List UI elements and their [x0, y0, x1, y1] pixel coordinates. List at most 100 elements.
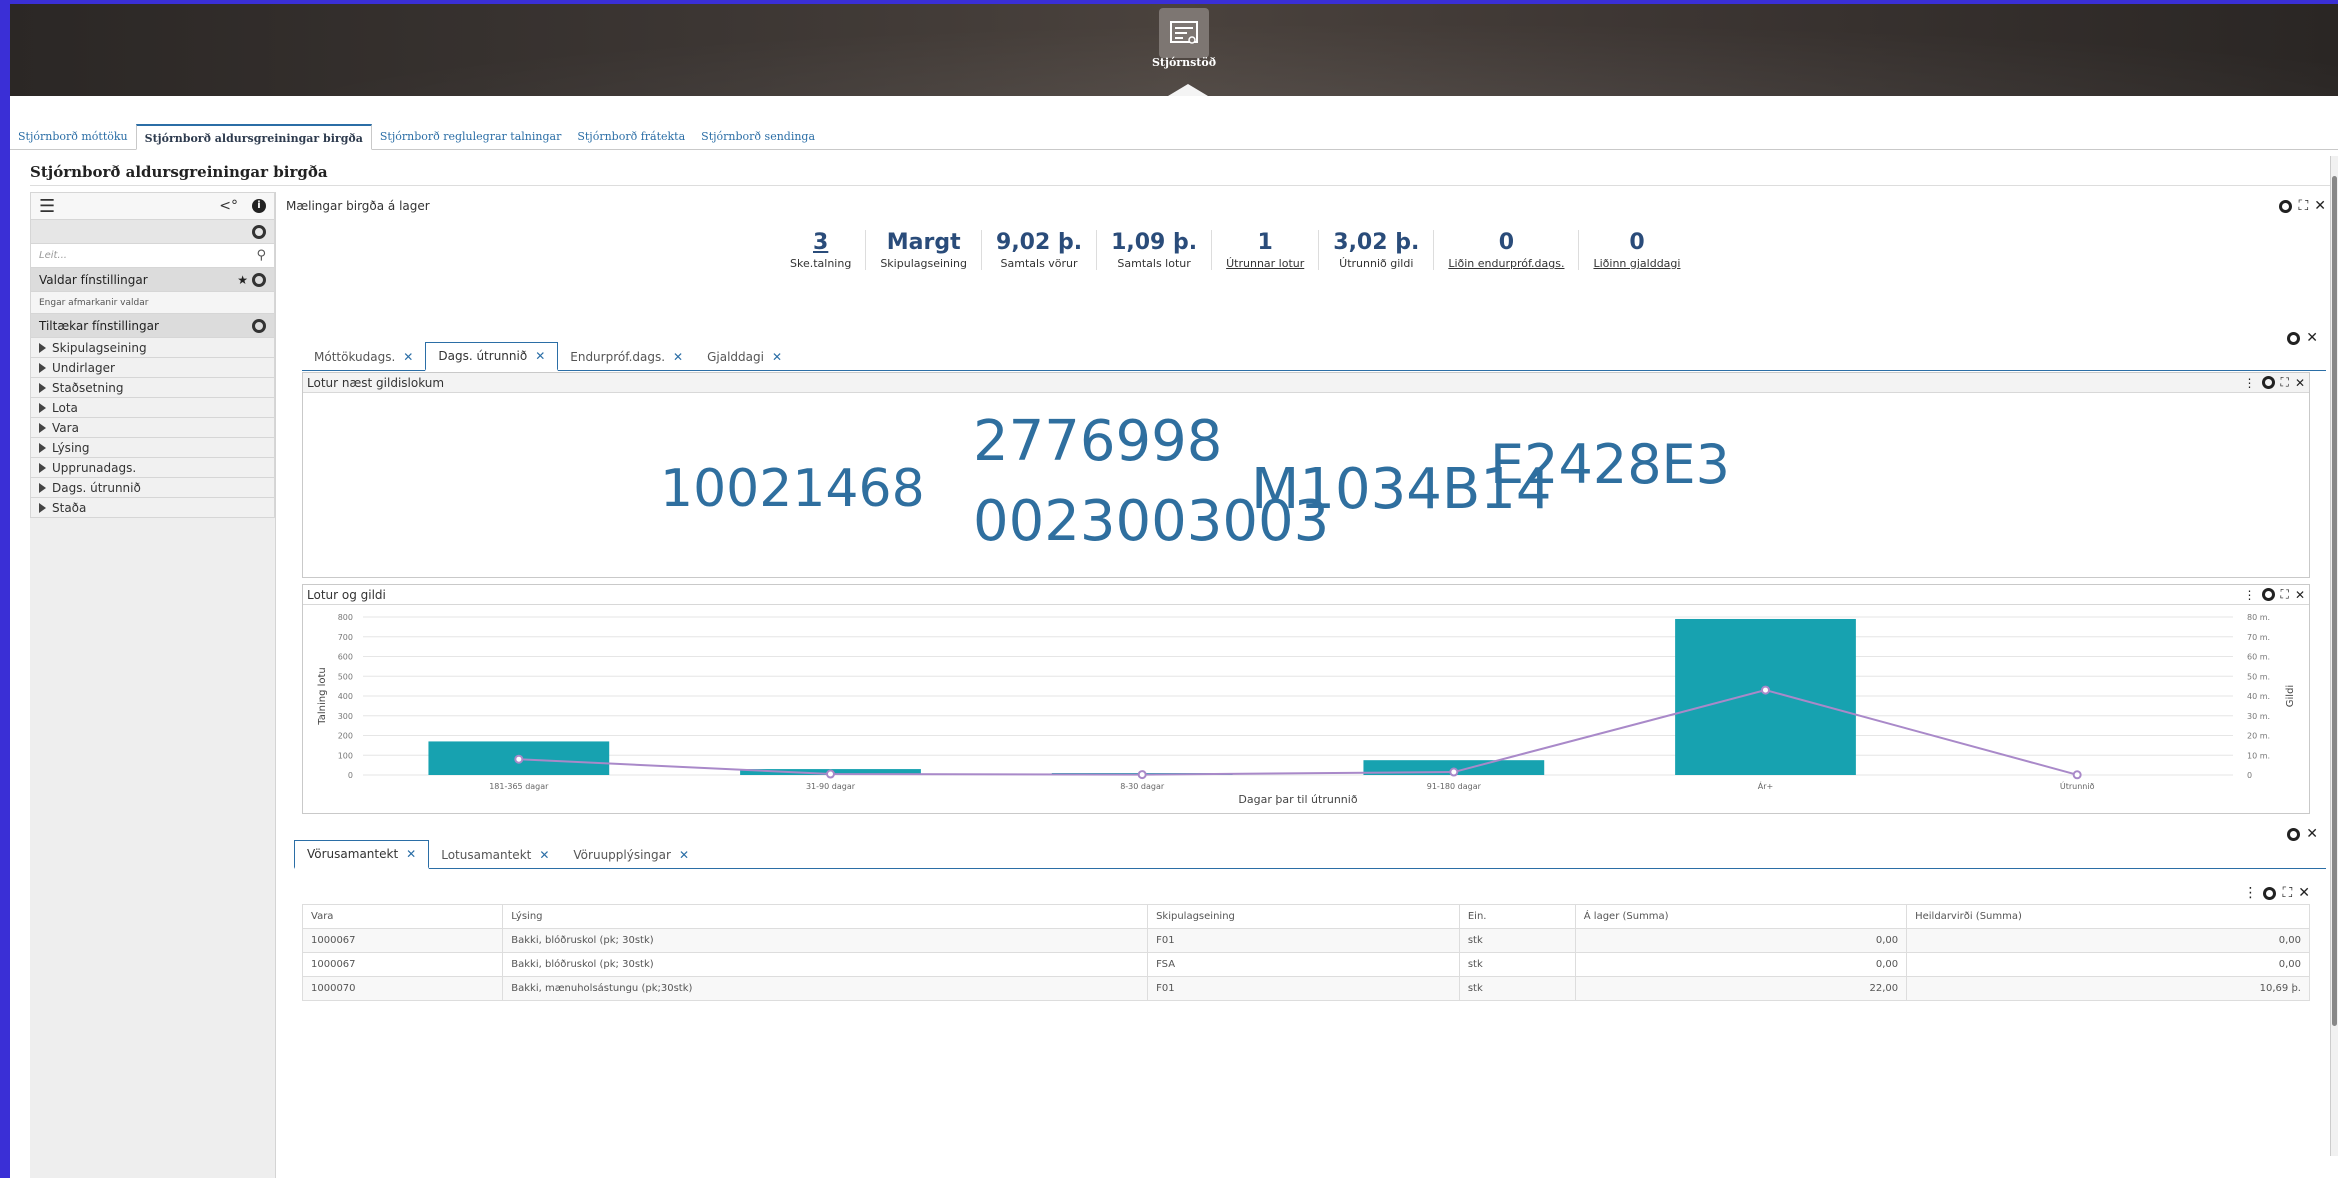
scrollbar[interactable]: [2330, 156, 2338, 1156]
filter-item[interactable]: Dags. útrunnið: [30, 478, 275, 498]
filter-item[interactable]: Upprunadags.: [30, 458, 275, 478]
more-icon[interactable]: ⋮: [2244, 376, 2256, 390]
close-tab-icon[interactable]: ✕: [403, 350, 413, 364]
kpi-tile[interactable]: 9,02 þ. Samtals vörur: [982, 230, 1098, 270]
expand-icon[interactable]: [39, 462, 46, 473]
table-cell: 0,00: [1574, 952, 1908, 977]
close-tab-icon[interactable]: ✕: [673, 350, 683, 364]
tab-dashboard[interactable]: Stjórnborð móttöku: [10, 124, 136, 149]
column-header[interactable]: Lýsing: [502, 904, 1149, 929]
maximize-icon[interactable]: ⛶: [2298, 198, 2308, 214]
gear-icon[interactable]: [2261, 588, 2275, 601]
gear-icon[interactable]: [252, 272, 266, 287]
y2-tick-label: 0: [2247, 771, 2252, 780]
maximize-icon[interactable]: ⛶: [2282, 885, 2292, 901]
gear-icon[interactable]: [252, 224, 266, 239]
close-icon[interactable]: ✕: [2314, 198, 2326, 214]
kpi-label[interactable]: Liðin endurpróf.dags.: [1448, 257, 1564, 270]
no-filters-text: Engar afmarkanir valdar: [30, 292, 275, 314]
subtab[interactable]: Dags. útrunnið ✕: [425, 342, 559, 371]
close-tab-icon[interactable]: ✕: [679, 848, 689, 862]
expand-icon[interactable]: [39, 422, 46, 433]
gear-icon[interactable]: [2279, 199, 2293, 213]
line-point: [514, 754, 524, 764]
home-tile[interactable]: [1159, 8, 1209, 58]
more-icon[interactable]: ⋮: [2243, 885, 2257, 901]
subtab[interactable]: Endurpróf.dags. ✕: [558, 344, 695, 370]
maximize-icon[interactable]: ⛶: [2281, 587, 2289, 602]
column-header[interactable]: Skipulagseining: [1147, 904, 1460, 929]
more-icon[interactable]: ⋮: [2244, 588, 2256, 602]
filter-item[interactable]: Vara: [30, 418, 275, 438]
expand-icon[interactable]: [39, 482, 46, 493]
column-header[interactable]: Vara: [301, 904, 504, 929]
tab-dashboard[interactable]: Stjórnborð aldursgreiningar birgða: [135, 124, 372, 150]
column-header[interactable]: Heildarvirði (Summa): [1906, 904, 2310, 929]
close-tab-icon[interactable]: ✕: [539, 848, 549, 862]
kpi-tile[interactable]: 3,02 þ. Útrunnið gildi: [1319, 230, 1435, 270]
filter-item-label: Staða: [52, 500, 87, 515]
subtab[interactable]: Vöruupplýsingar ✕: [561, 842, 701, 868]
kpi-label[interactable]: Útrunnar lotur: [1226, 257, 1304, 270]
line-point: [1137, 770, 1147, 780]
tab-dashboard[interactable]: Stjórnborð sendinga: [693, 124, 823, 149]
table-row[interactable]: 1000067 Bakki, blóðruskol (pk; 30stk) FSA s…: [301, 952, 2310, 977]
word-item[interactable]: 10021468: [660, 459, 925, 519]
expand-icon[interactable]: [39, 382, 46, 393]
table-cell: 1000070: [301, 976, 504, 1001]
subtab[interactable]: Lotusamantekt ✕: [429, 842, 561, 868]
column-header[interactable]: Á lager (Summa): [1574, 904, 1908, 929]
expand-icon[interactable]: [39, 362, 46, 373]
menu-icon[interactable]: ☰: [39, 196, 55, 217]
filter-item[interactable]: Undirlager: [30, 358, 275, 378]
kpi-tile[interactable]: 0 Liðinn gjalddagi: [1579, 230, 1694, 270]
star-icon[interactable]: ★: [237, 273, 248, 287]
subtab[interactable]: Gjalddagi ✕: [695, 344, 794, 370]
share-icon[interactable]: <°: [219, 198, 238, 214]
kpi-tile[interactable]: Margt Skipulagseining: [866, 230, 983, 270]
maximize-icon[interactable]: ⛶: [2281, 375, 2289, 390]
close-icon[interactable]: ✕: [2298, 885, 2310, 901]
filter-item[interactable]: Skipulagseining: [30, 338, 275, 358]
close-icon[interactable]: ✕: [2295, 588, 2305, 602]
tab-dashboard[interactable]: Stjórnborð frátekta: [569, 124, 693, 149]
subtab[interactable]: Móttökudags. ✕: [302, 344, 425, 370]
column-header[interactable]: Ein.: [1458, 904, 1576, 929]
table-row[interactable]: 1000067 Bakki, blóðruskol (pk; 30stk) F01 s…: [301, 928, 2310, 953]
filter-item[interactable]: Staðsetning: [30, 378, 275, 398]
home-label[interactable]: Stjórnstöð: [1120, 56, 1248, 69]
close-icon[interactable]: ✕: [2295, 376, 2305, 390]
expand-icon[interactable]: [39, 502, 46, 513]
kpi-tile[interactable]: 3 Ske.talning: [776, 230, 867, 270]
word-item[interactable]: E2428E3: [1490, 433, 1730, 496]
subtab[interactable]: Vörusamantekt ✕: [294, 840, 430, 869]
kpi-tile[interactable]: 0 Liðin endurpróf.dags.: [1434, 230, 1580, 270]
expand-icon[interactable]: [39, 342, 46, 353]
table-cell: Bakki, blóðruskol (pk; 30stk): [502, 928, 1149, 953]
table-row[interactable]: 1000070 Bakki, mænuholsástungu (pk;30stk)…: [301, 976, 2310, 1001]
close-tab-icon[interactable]: ✕: [535, 349, 545, 363]
close-tab-icon[interactable]: ✕: [772, 350, 782, 364]
word-item[interactable]: 2776998: [973, 409, 1222, 474]
gear-icon[interactable]: [2287, 827, 2301, 841]
kpi-tile[interactable]: 1 Útrunnar lotur: [1212, 230, 1320, 270]
expand-icon[interactable]: [39, 442, 46, 453]
expand-icon[interactable]: [39, 402, 46, 413]
kpi-row: 3 Ske.talning Margt Skipulagseining 9,02 þ. S…: [776, 230, 1694, 270]
gear-icon[interactable]: [2261, 376, 2275, 389]
tab-dashboard[interactable]: Stjórnborð reglulegrar talningar: [372, 124, 569, 149]
info-icon[interactable]: i: [252, 199, 266, 213]
search-icon[interactable]: ⚲: [256, 248, 266, 263]
gear-icon[interactable]: [2263, 886, 2277, 900]
filter-item[interactable]: Staða: [30, 498, 275, 518]
kpi-tile[interactable]: 1,09 þ. Samtals lotur: [1097, 230, 1213, 270]
kpi-value: 1: [1257, 230, 1273, 255]
kpi-label[interactable]: Liðinn gjalddagi: [1593, 257, 1680, 270]
filter-search-input[interactable]: Leit...: [39, 250, 67, 261]
filter-item[interactable]: Lýsing: [30, 438, 275, 458]
close-tab-icon[interactable]: ✕: [406, 847, 416, 861]
filter-item[interactable]: Lota: [30, 398, 275, 418]
filter-search-row[interactable]: Leit... ⚲: [30, 244, 275, 268]
gear-icon[interactable]: [252, 318, 266, 333]
scrollbar-thumb[interactable]: [2332, 176, 2337, 1026]
